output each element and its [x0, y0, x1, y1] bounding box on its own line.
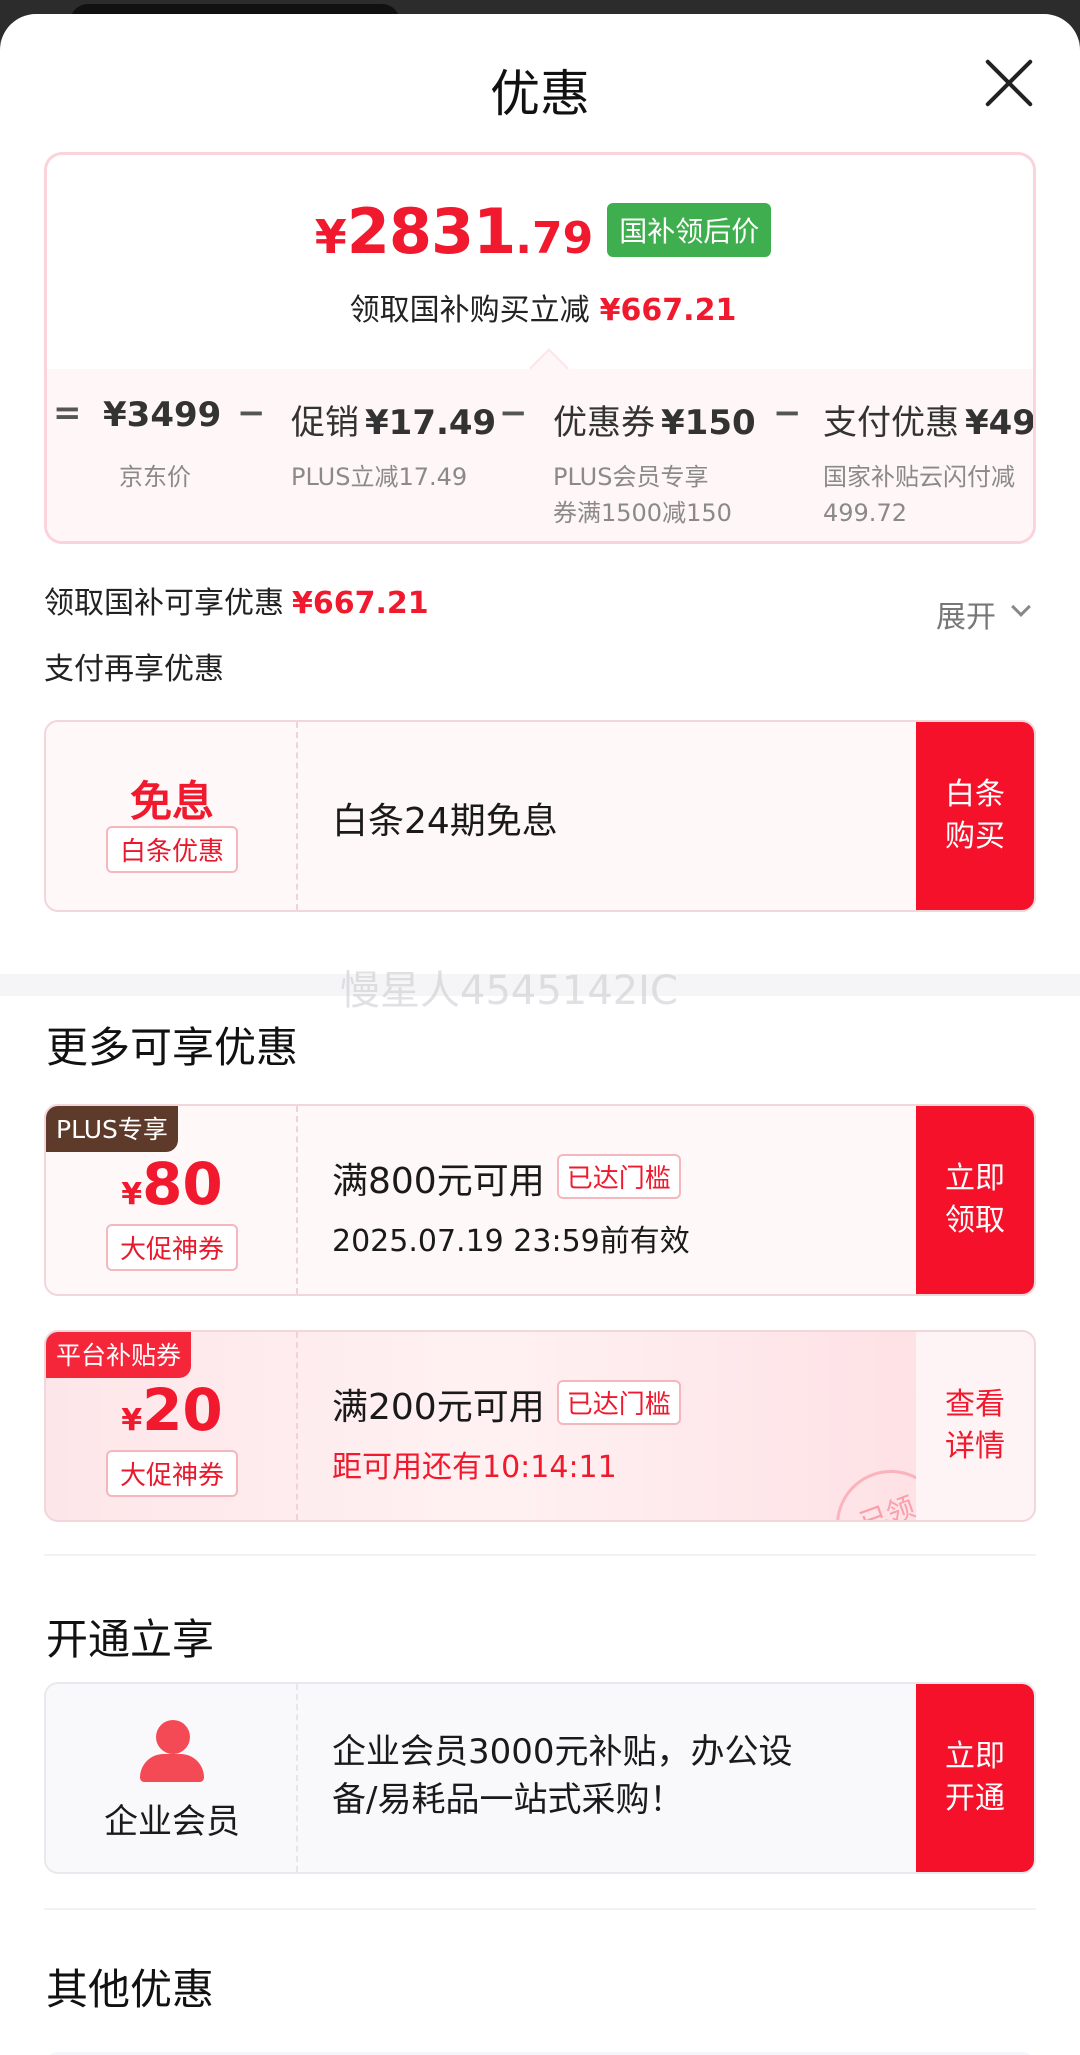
pay-value: ¥499.72: [965, 403, 1036, 443]
coupon-tag: 大促神券: [106, 1224, 238, 1271]
coupon-card-plus[interactable]: PLUS专享 ¥80 大促神券 满800元可用 已达门槛 2025.07.19 2…: [44, 1104, 1036, 1296]
chevron-down-icon[interactable]: [1011, 597, 1031, 617]
claim-line-2: 领取: [945, 1203, 1005, 1238]
enterprise-description: 企业会员3000元补贴，办公设 备/易耗品一站式采购！: [332, 1728, 793, 1824]
coupon-sub-line-2: 券满1500减150: [553, 499, 732, 527]
coupon-status-badge: 已达门槛: [556, 1380, 681, 1425]
expand-button[interactable]: 展开: [936, 592, 996, 636]
view-details-button[interactable]: 查看 详情: [916, 1332, 1034, 1520]
coupon-title: 满800元可用 已达门槛: [332, 1152, 681, 1204]
coupon-amount: ¥20: [46, 1376, 298, 1444]
enterprise-desc-line-1: 企业会员3000元补贴，办公设: [332, 1732, 793, 1772]
minus-sign: −: [237, 393, 266, 433]
price-summary-card: ¥2831.79 国补领后价 领取国补购买立减 ¥667.21 = ¥3499 京东…: [44, 152, 1036, 544]
baitiao-buy-line-1: 白条: [945, 777, 1005, 812]
pay-section-title: 支付再享优惠: [44, 652, 224, 687]
subsidy-row: 领取国补可享优惠 ¥667.21: [44, 578, 429, 622]
open-line-1: 立即: [945, 1739, 1005, 1774]
jd-price-label: 京东价: [119, 463, 191, 491]
price-decimal: .79: [515, 213, 594, 264]
coupon-amount-value: 80: [142, 1150, 223, 1218]
coupon-countdown: 距可用还有10:14:11: [332, 1450, 617, 1485]
coupon-sub-line-1: PLUS会员专享: [553, 463, 709, 491]
pay-label: 支付优惠: [823, 403, 959, 443]
promo-sub: PLUS立减17.49: [291, 463, 468, 491]
more-section-title: 更多可享优惠: [46, 1023, 299, 1072]
open-line-2: 开通: [945, 1781, 1005, 1816]
coupon-corner-tag: 平台补贴券: [46, 1332, 192, 1378]
coupon-tag: 大促神券: [106, 1450, 238, 1497]
coupon-currency: ¥: [121, 1177, 143, 1212]
price-integer: 2831: [346, 195, 517, 268]
price-breakdown[interactable]: = ¥3499 京东价 − 促销 ¥17.49 PLUS立减17.49 − 优惠券…: [47, 348, 1036, 541]
coupon-left: 平台补贴券 ¥20 大促神券: [46, 1332, 298, 1520]
coupon-corner-tag: PLUS专享: [46, 1106, 178, 1152]
jd-price: ¥3499: [103, 395, 222, 435]
breakdown-caret: [529, 348, 569, 388]
watermark: 慢星人4545142IC: [340, 968, 678, 1014]
coupon-label: 优惠券: [553, 403, 655, 443]
minus-sign: −: [499, 393, 528, 433]
subsidy-summary-text: 领取国补购买立减: [349, 293, 590, 328]
enterprise-member-card[interactable]: 企业会员 企业会员3000元补贴，办公设 备/易耗品一站式采购！ 立即开通: [44, 1682, 1036, 1874]
close-icon[interactable]: [980, 54, 1038, 112]
baitiao-tag: 白条优惠: [106, 826, 238, 873]
subsidy-row-label: 领取国补可享优惠: [44, 586, 284, 621]
subsidy-row-amount: ¥667.21: [292, 586, 429, 621]
baitiao-card[interactable]: 免息 白条优惠 白条24期免息 白条购买: [44, 720, 1036, 912]
coupon-sub: PLUS会员专享 券满1500减150: [553, 459, 732, 531]
coupon-threshold: 满800元可用: [332, 1161, 545, 1202]
open-now-button[interactable]: 立即 开通: [916, 1684, 1034, 1872]
enterprise-left: 企业会员: [46, 1684, 298, 1872]
pay-sub-line-2: 499.72: [823, 499, 907, 527]
promo-item: 促销 ¥17.49: [291, 395, 496, 444]
coupon-item: 优惠券 ¥150: [553, 395, 756, 444]
discount-sheet: 优惠 ¥2831.79 国补领后价 领取国补购买立减 ¥667.21 = ¥3499…: [0, 14, 1080, 2055]
price-currency: ¥: [314, 210, 347, 264]
claim-coupon-button[interactable]: 立即 领取: [916, 1106, 1034, 1294]
divider: [44, 1554, 1036, 1556]
coupon-value: ¥150: [661, 403, 756, 443]
minus-sign: −: [773, 393, 802, 433]
other-section-title: 其他优惠: [46, 1965, 215, 2014]
sheet-title: 优惠: [490, 65, 590, 123]
coupon-amount: ¥80: [46, 1150, 298, 1218]
details-line-2: 详情: [945, 1429, 1005, 1464]
subsidy-summary-amount: ¥667.21: [599, 293, 737, 328]
pay-item: 支付优惠¥499.72: [823, 395, 1036, 444]
coupon-status-badge: 已达门槛: [556, 1154, 681, 1199]
divider: [44, 1908, 1036, 1910]
subsidy-summary: 领取国补购买立减 ¥667.21: [47, 285, 1033, 329]
baitiao-buy-line-2: 购买: [945, 819, 1005, 854]
open-section-title: 开通立享: [46, 1615, 215, 1664]
coupon-title: 满200元可用 已达门槛: [332, 1378, 681, 1430]
coupon-card-platform[interactable]: 平台补贴券 ¥20 大促神券 满200元可用 已达门槛 距可用还有10:14:11…: [44, 1330, 1036, 1522]
promo-value: ¥17.49: [365, 403, 497, 443]
coupon-currency: ¥: [121, 1403, 143, 1438]
equals-sign: =: [53, 393, 82, 433]
baitiao-buy-button[interactable]: 白条 购买: [916, 722, 1034, 910]
enterprise-desc-line-2: 备/易耗品一站式采购！: [332, 1780, 684, 1820]
baitiao-card-left: 免息 白条优惠: [46, 722, 298, 910]
pay-sub-line-1: 国家补贴云闪付减: [823, 463, 1015, 491]
promo-label: 促销: [291, 403, 359, 443]
baitiao-title: 白条24期免息: [332, 801, 558, 842]
claim-line-1: 立即: [945, 1161, 1005, 1196]
coupon-validity: 2025.07.19 23:59前有效: [332, 1224, 690, 1259]
coupon-amount-value: 20: [142, 1376, 223, 1444]
enterprise-label: 企业会员: [104, 1802, 240, 1842]
coupon-threshold: 满200元可用: [332, 1387, 545, 1428]
baitiao-big-label: 免息: [129, 777, 214, 826]
coupon-left: PLUS专享 ¥80 大促神券: [46, 1106, 298, 1294]
person-icon: [138, 1720, 206, 1782]
pay-sub: 国家补贴云闪付减 499.72: [823, 459, 1015, 531]
sheet-header: 优惠: [0, 14, 1080, 154]
price-badge: 国补领后价: [607, 203, 772, 257]
details-line-1: 查看: [945, 1387, 1005, 1422]
final-price: ¥2831.79 国补领后价: [47, 195, 1033, 268]
